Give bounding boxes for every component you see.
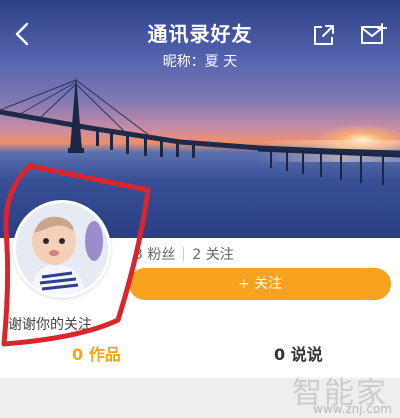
signature-text: 谢谢你的关注 (8, 317, 92, 333)
page-title: 通讯录好友 (147, 22, 253, 46)
avatar[interactable] (13, 200, 111, 298)
following-count[interactable]: 2 关注 (192, 247, 233, 263)
follow-stats: 3 粉丝 2 关注 (134, 244, 234, 266)
tab-says[interactable]: 0 说说 (274, 340, 323, 370)
profile-tabs: 0 作品 0 说说 (0, 340, 400, 370)
watermark-url: www.znj.com (313, 402, 392, 416)
tab-works[interactable]: 0 作品 (72, 340, 121, 370)
share-icon[interactable] (312, 23, 336, 47)
mail-plus-icon[interactable] (360, 23, 388, 47)
follow-button[interactable]: + 关注 (129, 268, 391, 300)
baby-portrait (16, 203, 108, 295)
top-bar: 通讯录好友 昵称：夏 天 (0, 0, 400, 72)
fans-count[interactable]: 3 粉丝 (134, 247, 175, 263)
stats-divider (183, 247, 185, 261)
nickname-label: 昵称：夏 天 (162, 54, 238, 70)
